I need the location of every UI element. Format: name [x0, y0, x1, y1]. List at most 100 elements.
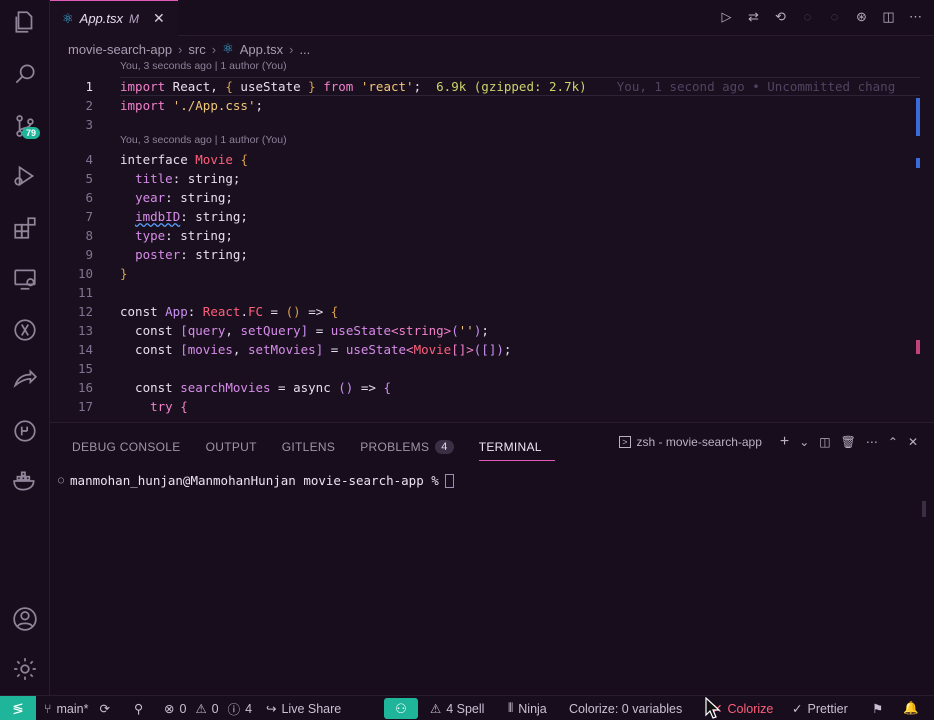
gitlens-icon[interactable]	[11, 417, 39, 445]
maximize-panel-icon[interactable]: ⌃	[888, 435, 898, 449]
tab-gitlens[interactable]: GITLENS	[282, 433, 348, 461]
activity-bar: 79	[0, 0, 50, 695]
run-debug-icon[interactable]	[11, 162, 39, 190]
code-text: interface Movie {	[120, 152, 248, 167]
tab-problems[interactable]: PROBLEMS 4	[360, 433, 467, 461]
code-line: 15	[50, 359, 920, 378]
breadcrumb-folder[interactable]: movie-search-app	[68, 42, 172, 57]
remote-indicator-icon[interactable]: ≶	[0, 696, 36, 720]
live-share-status[interactable]: ↪ Live Share	[266, 696, 341, 720]
close-icon[interactable]: ✕	[153, 10, 165, 27]
code-line: 3	[50, 115, 920, 134]
sync-icon[interactable]: ⟳	[99, 701, 109, 716]
react-icon: ⚛	[222, 41, 234, 56]
tab-debug-console[interactable]: DEBUG CONSOLE	[72, 433, 194, 461]
search-icon[interactable]	[11, 60, 39, 88]
accounts-icon[interactable]	[11, 605, 39, 633]
breadcrumb-file[interactable]: App.tsx	[240, 42, 283, 57]
chevron-right-icon: ›	[211, 41, 217, 57]
previous-change-icon[interactable]: ◌	[799, 8, 816, 25]
code-text: type: string;	[135, 228, 233, 243]
line-number: 12	[77, 304, 93, 319]
codelens-blame[interactable]: You, 3 seconds ago | 1 author (You)	[120, 134, 287, 150]
prompt-dot-icon: ○	[58, 475, 65, 486]
run-icon[interactable]: ▷	[718, 8, 735, 25]
tab-terminal[interactable]: TERMINAL	[478, 433, 555, 461]
remote-explorer-icon[interactable]	[11, 265, 39, 293]
line-number: 3	[85, 117, 93, 132]
code-text: title: string;	[135, 171, 241, 186]
code-text: }	[120, 266, 128, 281]
split-terminal-icon[interactable]: ◫	[819, 435, 830, 449]
code-text: poster: string;	[135, 247, 248, 262]
line-number: 2	[85, 98, 93, 113]
codelens-blame[interactable]: You, 3 seconds ago | 1 author (You)	[120, 60, 287, 76]
more-actions-icon[interactable]: ⋯	[866, 435, 878, 449]
react-icon: ⚛	[62, 10, 74, 26]
open-changes-icon[interactable]: ⊛	[853, 8, 870, 25]
warning-count: 0	[211, 701, 219, 716]
problems-count-badge: 4	[435, 440, 454, 454]
breadcrumb-symbol[interactable]: ...	[299, 42, 310, 57]
diff-gutter-mark	[916, 98, 920, 136]
line-number: 5	[85, 171, 93, 186]
inline-blame: You, 1 second ago • Uncommitted chang	[616, 79, 896, 94]
spell-status[interactable]: ⚠ 4 Spell	[430, 696, 484, 720]
new-terminal-icon[interactable]: +	[780, 433, 789, 451]
bell-icon[interactable]: 🔔	[903, 696, 919, 720]
line-number: 9	[85, 247, 93, 262]
terminal-selector[interactable]: > zsh - movie-search-app	[619, 435, 762, 449]
live-share-icon[interactable]	[11, 366, 39, 394]
tab-output[interactable]: OUTPUT	[206, 433, 270, 461]
testing-icon[interactable]	[11, 316, 39, 344]
code-line: 8 type: string;	[50, 226, 920, 245]
code-line: 11	[50, 283, 920, 302]
terminal-icon: >	[619, 436, 631, 448]
warning-icon: ⚠	[195, 702, 207, 716]
explorer-icon[interactable]	[11, 8, 39, 36]
diff-gutter-mark	[916, 340, 920, 354]
modified-indicator: M	[129, 11, 140, 26]
tab-app-tsx[interactable]: ⚛ App.tsx M ✕	[50, 0, 178, 36]
extensions-icon[interactable]	[11, 214, 39, 242]
live-share-icon: ↪	[266, 702, 277, 716]
line-number: 1	[85, 79, 93, 94]
tab-label: App.tsx	[79, 11, 124, 26]
gitlens-history-icon[interactable]: ⟲	[772, 8, 789, 25]
copilot-icon[interactable]: ⚇	[384, 698, 418, 719]
problems-status[interactable]: ⊗ 0 ⚠ 0 ⓘ 4	[164, 696, 252, 720]
code-line: 9 poster: string;	[50, 245, 920, 264]
ninja-status[interactable]: ⫴ Ninja	[508, 696, 547, 720]
code-line: 5 title: string;	[50, 169, 920, 188]
chevron-down-icon[interactable]: ⌄	[799, 435, 809, 449]
terminal-prompt: manmohan_hunjan@ManmohanHunjan movie-sea…	[70, 473, 439, 488]
line-number: 17	[77, 399, 93, 414]
split-editor-icon[interactable]: ◫	[880, 8, 897, 25]
prettier-status[interactable]: ✓ Prettier	[792, 696, 848, 720]
colorize-label: Colorize	[727, 701, 774, 716]
breadcrumb-src[interactable]: src	[188, 42, 205, 57]
docker-icon[interactable]	[11, 467, 39, 495]
line-number: 14	[77, 342, 93, 357]
terminal-name: zsh - movie-search-app	[636, 435, 762, 449]
code-line: 2 import './App.css';	[50, 96, 920, 115]
code-editor[interactable]: You, 3 seconds ago | 1 author (You) 1 im…	[50, 58, 934, 422]
panel-tabs: DEBUG CONSOLE OUTPUT GITLENS PROBLEMS 4 …	[72, 433, 555, 461]
line-number: 7	[85, 209, 93, 224]
live-share-label: Live Share	[281, 701, 342, 716]
more-actions-icon[interactable]: ⋯	[907, 8, 924, 25]
compare-changes-icon[interactable]: ⇄	[745, 8, 762, 25]
trash-icon[interactable]: 🗑	[841, 435, 856, 449]
info-count: 4	[245, 701, 253, 716]
close-panel-icon[interactable]: ✕	[908, 435, 918, 449]
line-number: 11	[77, 285, 93, 300]
settings-gear-icon[interactable]	[11, 655, 39, 683]
terminal-prompt-line[interactable]: ○ manmohan_hunjan@ManmohanHunjan movie-s…	[58, 473, 454, 488]
feedback-icon[interactable]: ⚑	[872, 696, 883, 720]
terminal-scrollbar[interactable]	[922, 501, 926, 517]
error-count: 0	[179, 701, 187, 716]
colorize-variables[interactable]: Colorize: 0 variables	[569, 696, 682, 720]
branch-status[interactable]: ⑂ main* ⟳	[44, 696, 110, 720]
next-change-icon[interactable]: ◌	[826, 8, 843, 25]
git-graph-icon[interactable]: ⚲	[134, 696, 143, 720]
